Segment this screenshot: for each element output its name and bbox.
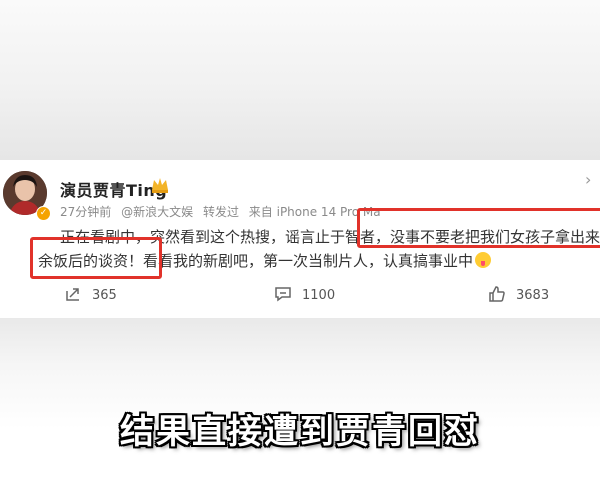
post-meta: 27分钟前 @新浪大文娱 转发过 来自 iPhone 14 Pro Ma [60,203,387,220]
more-chevron-icon[interactable]: › [585,170,591,189]
verified-badge-icon: ✓ [36,206,51,221]
background-bottom [0,318,600,477]
share-icon [66,288,79,301]
share-button[interactable]: 365 [64,285,117,303]
forward-from-link[interactable]: @新浪大文娱 [121,205,193,219]
forward-label: 转发过 [202,205,239,219]
video-caption: 结果直接遭到贾青回怼 [120,412,480,452]
highlight-box-2 [30,237,162,279]
post-time: 27分钟前 [60,205,112,219]
crown-icon [152,178,168,193]
background-top [0,0,600,160]
tongue-emoji-icon [475,252,492,268]
post-text-part: 看看我的新剧吧，第一次当制片人，认真搞事业中 [143,252,474,270]
share-count: 365 [92,288,117,303]
like-button[interactable]: 3683 [488,285,549,303]
comment-count: 1100 [302,288,336,303]
comment-button[interactable]: 1100 [274,285,335,303]
like-count: 3683 [516,288,550,303]
highlight-box-1 [357,208,600,248]
comment-icon [275,287,291,302]
thumbs-up-icon [489,286,505,302]
